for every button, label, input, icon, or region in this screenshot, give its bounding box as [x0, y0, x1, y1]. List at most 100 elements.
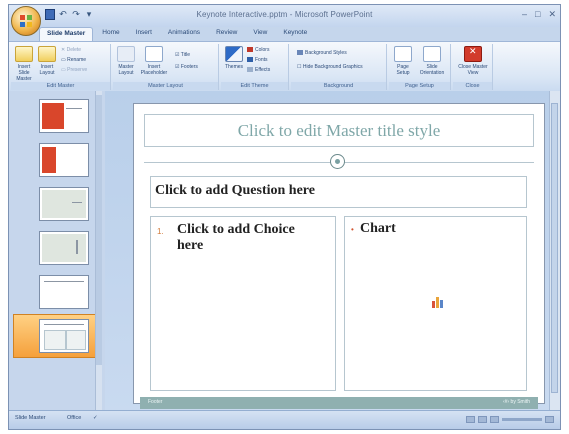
effects-icon [247, 67, 253, 73]
slide-thumbnails-pane [9, 91, 105, 413]
status-bar: Slide Master Office ✓ [9, 410, 560, 429]
status-view-controls [466, 416, 554, 423]
fonts-icon [247, 57, 253, 63]
slide-canvas[interactable]: Click to edit Master title style Click t… [133, 103, 545, 409]
normal-view-button[interactable] [466, 416, 475, 423]
status-theme-label: Office [67, 415, 82, 421]
slide-sorter-button[interactable] [478, 416, 487, 423]
slide-orientation-button[interactable]: Slide Orientation [417, 46, 447, 76]
slide-orientation-icon [423, 46, 441, 62]
slide-editing-area: Click to edit Master title style Click t… [105, 91, 558, 413]
group-label-background: Background [291, 82, 386, 90]
thumbnail-2[interactable] [39, 143, 89, 177]
tab-slide-master[interactable]: Slide Master [39, 27, 94, 41]
center-ornament-icon [330, 154, 345, 169]
thumbnail-3[interactable] [39, 187, 89, 221]
background-styles-button[interactable]: Background Styles [297, 50, 347, 56]
close-icon [464, 46, 482, 62]
status-view-label: Slide Master [15, 415, 46, 421]
thumbnail-5[interactable] [39, 275, 89, 309]
window-controls: – □ ✕ [522, 8, 556, 20]
background-styles-icon [297, 50, 303, 56]
zoom-slider[interactable] [502, 418, 542, 421]
chart-placeholder[interactable]: • Chart [344, 216, 527, 391]
insert-layout-button[interactable]: Insert Layout [37, 46, 57, 76]
delete-button[interactable]: ✕ Delete [61, 47, 81, 53]
tab-keynote[interactable]: Keynote [276, 27, 314, 40]
tab-home[interactable]: Home [95, 27, 126, 40]
thumbnail-1[interactable] [39, 99, 89, 133]
thumbnail-1-red-block [42, 103, 64, 129]
group-close: Close Master View Close [453, 44, 493, 90]
minimize-button[interactable]: – [522, 8, 527, 20]
thumbnails-scrollbar[interactable] [95, 91, 102, 413]
tab-animations[interactable]: Animations [161, 27, 207, 40]
group-label-close: Close [453, 82, 492, 90]
master-layout-button[interactable]: Master Layout [116, 46, 136, 76]
rename-button[interactable]: ▭ Rename [61, 57, 86, 63]
close-window-button[interactable]: ✕ [548, 8, 556, 20]
thumbnail-4[interactable] [39, 231, 89, 265]
group-page-setup: Page Setup Slide Orientation Page Setup [389, 44, 451, 90]
insert-chart-icon[interactable] [430, 295, 446, 309]
window-title: Keynote Interactive.pptm - Microsoft Pow… [196, 10, 373, 19]
group-label-edit-master: Edit Master [11, 82, 110, 90]
powerpoint-window: ↶ ↷ ▾ Keynote Interactive.pptm - Microso… [8, 4, 561, 430]
question-placeholder[interactable]: Click to add Question here [150, 176, 527, 208]
thumbnails-scroll-thumb[interactable] [96, 95, 102, 365]
tab-review[interactable]: Review [209, 27, 244, 40]
themes-icon [225, 46, 243, 62]
group-label-page-setup: Page Setup [389, 82, 450, 90]
footers-checkbox[interactable]: ☑ Footers [175, 64, 198, 70]
thumbnail-6-selected[interactable] [39, 319, 89, 353]
office-button[interactable] [11, 6, 41, 36]
group-master-layout: Master Layout Insert Placeholder ☑ Title… [113, 44, 219, 90]
colors-icon [247, 47, 253, 53]
preserve-button[interactable]: ▭ Preserve [61, 67, 87, 73]
choice-placeholder-text: Click to add Choice here [177, 222, 295, 253]
slide-number-placeholder[interactable]: ‹#› by Smith [503, 399, 530, 405]
insert-slide-master-icon [15, 46, 33, 62]
chart-placeholder-text: Chart [360, 221, 396, 236]
insert-layout-icon [38, 46, 56, 62]
title-placeholder[interactable]: Click to edit Master title style [144, 114, 534, 147]
title-bar: ↶ ↷ ▾ Keynote Interactive.pptm - Microso… [9, 5, 560, 36]
insert-placeholder-button[interactable]: Insert Placeholder [139, 46, 169, 76]
group-edit-theme: Themes Colors Fonts Effects Edit Theme [221, 44, 289, 90]
themes-button[interactable]: Themes [224, 46, 244, 70]
maximize-button[interactable]: □ [535, 8, 540, 20]
slide-scroll-thumb[interactable] [551, 103, 558, 393]
hide-background-graphics-checkbox[interactable]: ☐ Hide Background Graphics [297, 64, 363, 70]
master-layout-icon [117, 46, 135, 62]
tab-insert[interactable]: Insert [129, 27, 159, 40]
office-logo-icon [20, 15, 32, 27]
slideshow-button[interactable] [490, 416, 499, 423]
ribbon: Insert Slide Master Insert Layout ✕ Dele… [9, 41, 560, 93]
fit-to-window-button[interactable] [545, 416, 554, 423]
title-checkbox[interactable]: ☑ Title [175, 52, 190, 58]
footer-placeholder[interactable]: Footer [148, 399, 162, 405]
insert-slide-master-button[interactable]: Insert Slide Master [13, 46, 35, 82]
group-label-edit-theme: Edit Theme [221, 82, 288, 90]
colors-button[interactable]: Colors [247, 47, 269, 53]
page-setup-icon [394, 46, 412, 62]
page-setup-button[interactable]: Page Setup [393, 46, 413, 76]
chart-bullet: • [351, 225, 354, 234]
question-placeholder-text: Click to add Question here [155, 183, 315, 198]
thumbnail-2-red-block [42, 147, 56, 173]
choice-number: 1. [157, 227, 164, 236]
close-master-view-button[interactable]: Close Master View [457, 46, 489, 76]
choice-placeholder[interactable]: 1. Click to add Choice here [150, 216, 336, 391]
fonts-button[interactable]: Fonts [247, 57, 268, 63]
ribbon-tabs: Slide Master Home Insert Animations Revi… [39, 27, 314, 41]
slide-vertical-scrollbar[interactable] [549, 91, 560, 413]
effects-button[interactable]: Effects [247, 67, 270, 73]
group-background: Background Styles ☐ Hide Background Grap… [291, 44, 387, 90]
tab-view[interactable]: View [246, 27, 274, 40]
insert-placeholder-icon [145, 46, 163, 62]
title-placeholder-text: Click to edit Master title style [237, 120, 441, 140]
spell-check-icon[interactable]: ✓ [93, 415, 98, 421]
footer-bar: Footer ‹#› by Smith [140, 397, 538, 409]
group-edit-master: Insert Slide Master Insert Layout ✕ Dele… [11, 44, 111, 90]
group-label-master-layout: Master Layout [113, 82, 218, 90]
